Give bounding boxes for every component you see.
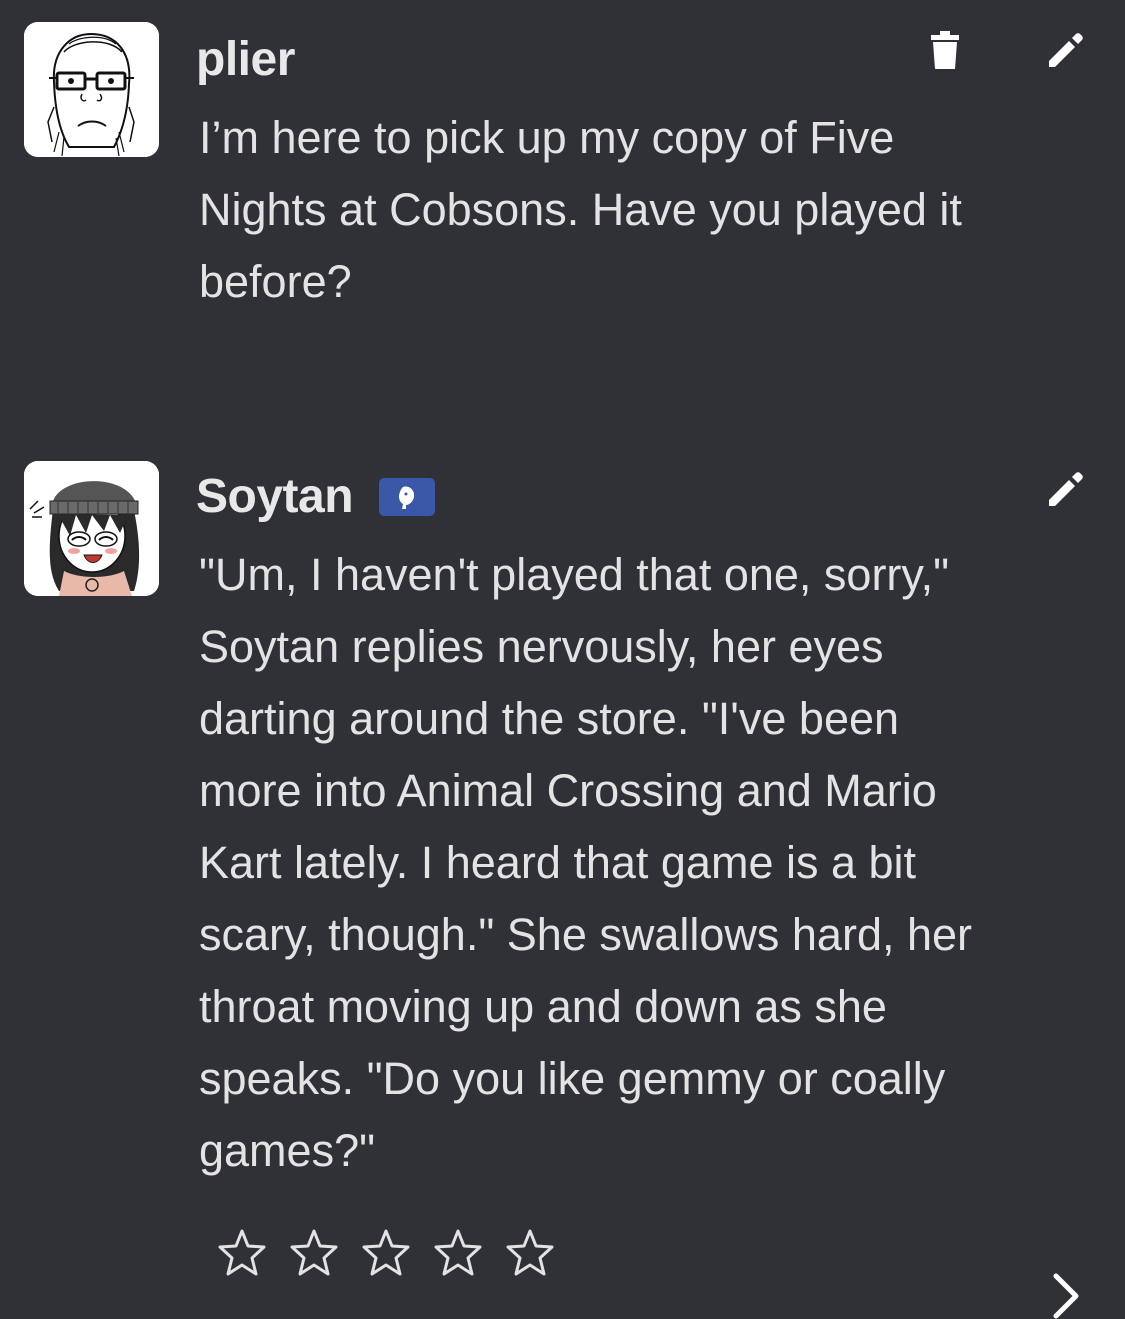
author-row: plier <box>196 32 295 88</box>
star-5-icon[interactable] <box>505 1228 555 1278</box>
bot-badge-icon <box>399 486 415 509</box>
delete-message-button[interactable] <box>920 26 970 76</box>
star-rating <box>217 1228 555 1278</box>
chat-view: plier I’m here to pick up my copy of Fiv… <box>0 0 1125 1319</box>
star-3-icon[interactable] <box>361 1228 411 1278</box>
edit-message-button[interactable] <box>1040 26 1090 76</box>
edit-message-button[interactable] <box>1040 465 1090 515</box>
bot-avatar[interactable] <box>24 461 159 596</box>
author-name: Soytan <box>196 470 354 523</box>
pencil-icon <box>1049 33 1083 67</box>
author-row: Soytan <box>196 469 436 525</box>
message-text: "Um, I haven't played that one, sorry," … <box>199 549 973 1176</box>
star-1-icon[interactable] <box>217 1228 267 1278</box>
pencil-icon <box>1049 472 1083 506</box>
trash-icon <box>931 31 959 69</box>
star-4-icon[interactable] <box>433 1228 483 1278</box>
anime-girl-beanie-avatar <box>24 461 159 596</box>
message-text: I’m here to pick up my copy of Five Nigh… <box>199 112 962 307</box>
star-2-icon[interactable] <box>289 1228 339 1278</box>
soyjak-glasses-avatar <box>24 22 159 157</box>
bot-badge <box>379 478 436 516</box>
chevron-right-icon[interactable] <box>1044 1272 1088 1319</box>
user-avatar[interactable] <box>24 22 159 157</box>
author-name: plier <box>196 33 295 86</box>
